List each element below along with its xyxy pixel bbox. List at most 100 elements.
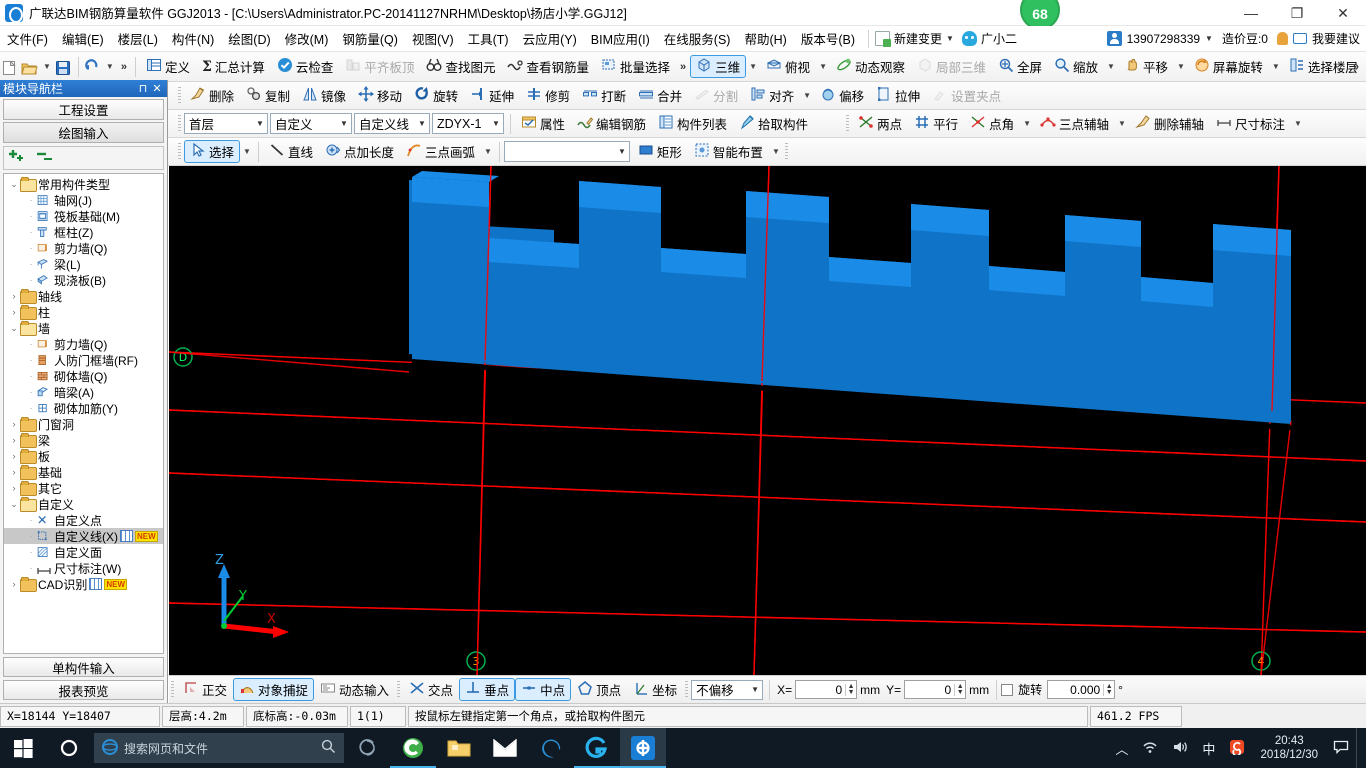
chevron-down-icon[interactable]: ⌄ (8, 323, 20, 334)
minimize-button[interactable]: — (1228, 0, 1274, 26)
menu-item-4[interactable]: 构件(N) (165, 26, 221, 51)
tree-folder[interactable]: › 柱 (4, 304, 163, 320)
view-btn-chevron-down-icon[interactable]: ▼ (816, 62, 830, 71)
member-btn-pick-member[interactable]: 拾取构件 (733, 112, 814, 135)
rotate-checkbox[interactable] (1001, 683, 1014, 696)
tree-folder[interactable]: ⌄ 常用构件类型 (4, 176, 163, 192)
type-combo[interactable]: 自定义线 ▼ (354, 113, 430, 134)
type-chevron-down-icon[interactable]: ▼ (415, 119, 429, 128)
view-btn-cube[interactable]: 三维 (690, 55, 747, 78)
edit-btn-stretch[interactable]: 拉伸 (870, 84, 926, 107)
tree-item[interactable]: · 自定义面 (4, 544, 163, 560)
snapbar-grip3[interactable] (685, 680, 689, 699)
edit-btn-merge[interactable]: 合并 (632, 84, 688, 107)
chevron-right-icon[interactable]: › (8, 419, 20, 429)
snap-intersection[interactable]: 交点 (403, 678, 459, 701)
ime-indicator[interactable]: 中 (1195, 739, 1222, 758)
tree-item[interactable]: · 尺寸标注(W) (4, 560, 163, 576)
member-btn-edit-rebar[interactable]: 编辑钢筋 (571, 112, 652, 135)
axis-btn-three-point-axis[interactable]: 三点辅轴 (1034, 112, 1115, 135)
view-btn-chevron-down-icon[interactable]: ▼ (1174, 62, 1188, 71)
remove-member-icon[interactable] (37, 149, 55, 167)
chevron-right-icon[interactable]: › (8, 451, 20, 461)
edit-btn-chevron-down-icon[interactable]: ▼ (800, 91, 814, 100)
toolbar-btn-batch-select[interactable]: 批量选择 (595, 55, 676, 78)
menu-item-2[interactable]: 编辑(E) (55, 26, 111, 51)
suggest-label[interactable]: 我要建议 (1312, 30, 1360, 47)
offset-x-stepper[interactable]: ▲ ▼ (845, 683, 856, 696)
view-btn-chevron-down-icon[interactable]: ▼ (746, 62, 760, 71)
drawing-canvas[interactable]: D 3 4 Z X Y (169, 166, 1366, 675)
sidebar-tab-drawing-input[interactable]: 绘图输入 (3, 122, 164, 143)
view-btn-chevron-down-icon[interactable]: ▼ (1104, 62, 1118, 71)
component-tree[interactable]: ⌄ 常用构件类型 · 轴网(J) · 筏板基础(M) · 框柱(Z) · 剪力墙(Q) · 梁(L) ·… (3, 173, 164, 654)
toolbar4-grip2[interactable] (784, 142, 788, 161)
axis-btn-delete-axis[interactable]: 删除辅轴 (1129, 112, 1210, 135)
toolbar-overflow-mid-icon[interactable]: » (676, 61, 690, 73)
offset-y-stepper[interactable]: ▲ ▼ (954, 683, 965, 696)
offset-chevron-down-icon[interactable]: ▼ (748, 685, 762, 694)
rotate-stepper[interactable]: ▲ ▼ (1103, 683, 1114, 696)
new-file-icon[interactable] (0, 59, 20, 75)
start-button[interactable] (0, 728, 46, 768)
rotate-input[interactable]: 0.000 ▲ ▼ (1047, 680, 1116, 699)
snap-toggle-osnap[interactable]: 对象捕捉 (233, 678, 315, 701)
draw-btn-chevron-down-icon[interactable]: ▼ (769, 147, 783, 156)
offset-x-input[interactable]: 0 ▲ ▼ (795, 680, 858, 699)
view-btn-pan[interactable]: 平移 (1118, 55, 1174, 78)
explorer-icon[interactable] (436, 728, 482, 768)
snap-midpoint[interactable]: 中点 (515, 678, 572, 701)
toolbar-grip[interactable] (178, 86, 181, 105)
chevron-right-icon[interactable]: › (8, 435, 20, 445)
search-input[interactable]: 搜索网页和文件 (94, 733, 344, 763)
tree-item[interactable]: · 筏板基础(M) (4, 208, 163, 224)
tree-folder[interactable]: ⌄ 自定义 (4, 496, 163, 512)
edit-btn-move[interactable]: 移动 (352, 84, 408, 107)
tree-folder[interactable]: › CAD识别 NEW (4, 576, 163, 592)
tree-item[interactable]: · 暗梁(A) (4, 384, 163, 400)
network-icon[interactable] (1135, 740, 1165, 757)
tree-item[interactable]: · 框柱(Z) (4, 224, 163, 240)
tree-item[interactable]: · 现浇板(B) (4, 272, 163, 288)
clock[interactable]: 20:43 2018/12/30 (1252, 734, 1326, 762)
edit-btn-copy[interactable]: 复制 (240, 84, 296, 107)
menu-item-8[interactable]: 视图(V) (405, 26, 461, 51)
account-chevron-down-icon[interactable]: ▼ (1205, 34, 1213, 43)
toolbar-overflow-icon[interactable]: » (117, 61, 131, 73)
maximize-button[interactable]: ❐ (1274, 0, 1320, 26)
member-btn-member-list[interactable]: 构件列表 (652, 112, 733, 135)
menu-item-14[interactable]: 版本号(B) (794, 26, 862, 51)
draw-btn-point-length[interactable]: 点加长度 (319, 140, 400, 163)
edit-btn-rotate[interactable]: 旋转 (408, 84, 464, 107)
menu-item-7[interactable]: 钢筋量(Q) (335, 26, 405, 51)
draw-btn-chevron-down-icon[interactable]: ▼ (481, 147, 495, 156)
menu-item-13[interactable]: 帮助(H) (737, 26, 793, 51)
snapbar-grip2[interactable] (397, 680, 401, 699)
snap-coordinate[interactable]: 坐标 (627, 678, 683, 701)
category-chevron-down-icon[interactable]: ▼ (337, 119, 351, 128)
assistant-button[interactable]: 广小二 (961, 30, 1017, 47)
arc-mode-combo[interactable]: ▼ (503, 141, 630, 162)
edit-btn-extend[interactable]: 延伸 (464, 84, 520, 107)
member-btn-property[interactable]: 属性 (515, 112, 571, 135)
cortana-icon[interactable] (46, 728, 92, 768)
account-label[interactable]: 13907298339 (1127, 32, 1200, 46)
snapbar-grip[interactable] (171, 680, 174, 699)
snap-toggle-dyninput[interactable]: 动态输入 (314, 678, 395, 701)
menu-item-3[interactable]: 楼层(L) (111, 26, 165, 51)
draw-btn-rectangle[interactable]: 矩形 (632, 140, 688, 163)
tree-item[interactable]: · 人防门框墙(RF) (4, 352, 163, 368)
toolbar-btn-define[interactable]: 定义 (140, 55, 196, 78)
menu-item-10[interactable]: 云应用(Y) (516, 26, 584, 51)
snap-vertex[interactable]: 顶点 (571, 678, 627, 701)
save-icon[interactable] (54, 59, 74, 75)
draw-btn-smart-layout[interactable]: 智能布置 (688, 140, 769, 163)
tree-item[interactable]: · 砌体加筋(Y) (4, 400, 163, 416)
view-btn-screen-rotate[interactable]: 屏幕旋转 (1188, 55, 1269, 78)
view-btn-zoom[interactable]: 缩放 (1048, 55, 1104, 78)
axis-btn-point-angle[interactable]: 点角 (964, 112, 1020, 135)
toolbar3-grip2[interactable] (846, 114, 850, 133)
menu-item-11[interactable]: BIM应用(I) (584, 26, 657, 51)
toolbar-btn-cloud-check[interactable]: 云检查 (271, 55, 340, 78)
toolbar-overflow-right-icon[interactable]: » (1349, 61, 1363, 73)
